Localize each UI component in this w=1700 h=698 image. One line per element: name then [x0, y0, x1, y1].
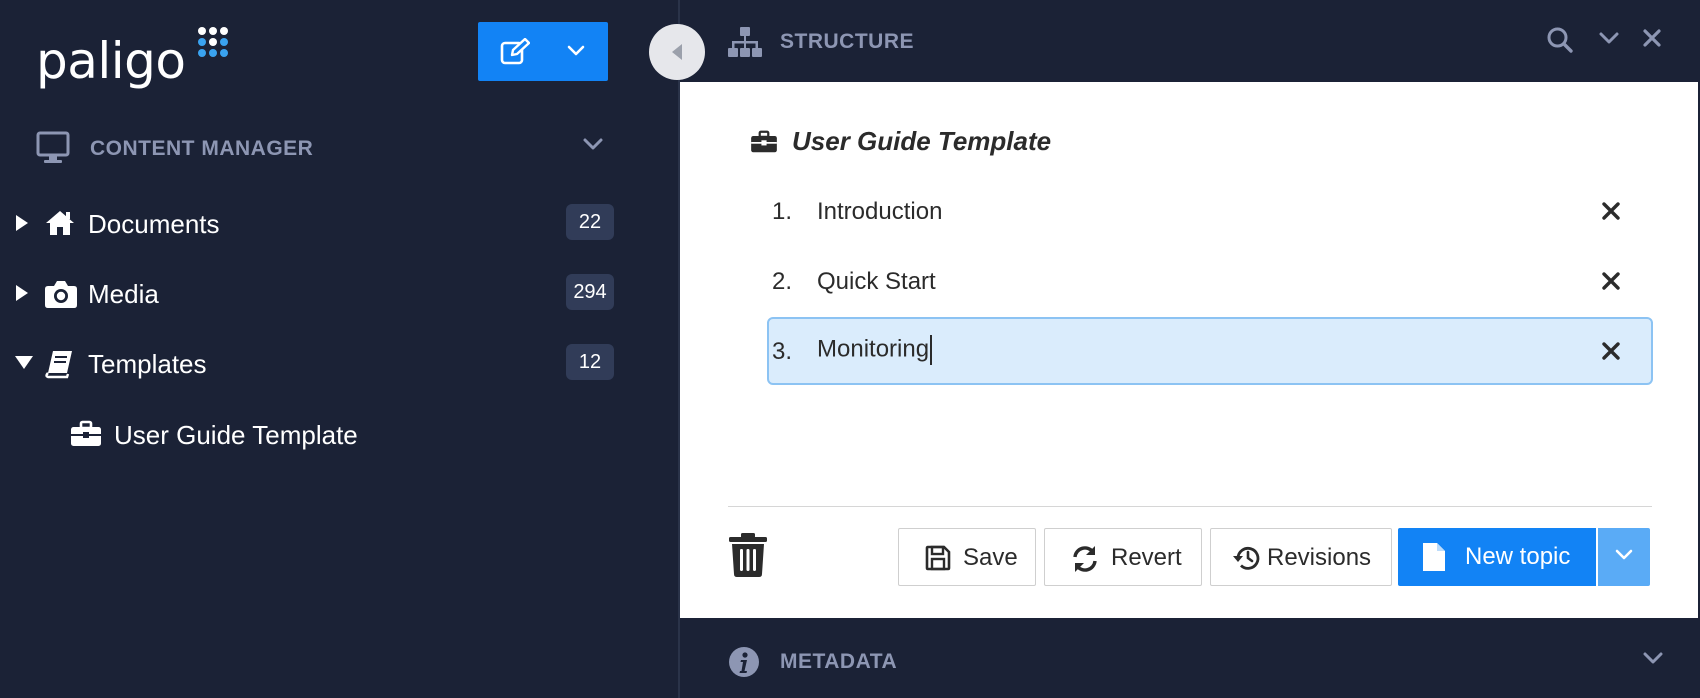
camera-icon — [45, 281, 77, 308]
divider — [728, 506, 1652, 507]
content-manager-header[interactable]: CONTENT MANAGER — [36, 128, 616, 168]
expand-triangle-icon[interactable] — [14, 214, 30, 232]
caret-left-icon — [672, 44, 682, 60]
sidebar: paligo CONTENT MANAGER Documents 22 Medi… — [0, 0, 678, 698]
expand-triangle-icon[interactable] — [14, 284, 30, 302]
save-icon — [925, 545, 951, 571]
book-icon — [45, 351, 72, 379]
revisions-button[interactable]: Revisions — [1210, 528, 1392, 586]
tree-item-label: User Guide Template — [114, 420, 358, 450]
sidebar-item-label: Templates — [88, 349, 207, 379]
sidebar-item-documents[interactable]: Documents 22 — [0, 201, 620, 245]
save-label: Save — [963, 544, 1018, 571]
create-edit-button[interactable] — [478, 22, 608, 81]
revert-label: Revert — [1111, 544, 1182, 571]
new-topic-button[interactable]: New topic — [1398, 528, 1596, 586]
sidebar-item-media[interactable]: Media 294 — [0, 271, 620, 315]
topic-number: 1. — [772, 198, 793, 225]
count-badge: 22 — [566, 204, 614, 240]
count-badge: 12 — [566, 344, 614, 380]
chevron-down-icon — [1615, 549, 1633, 560]
text-caret — [930, 335, 933, 365]
sidebar-item-templates[interactable]: Templates 12 — [0, 341, 620, 385]
monitor-icon — [36, 131, 70, 163]
chevron-down-icon[interactable] — [582, 136, 604, 152]
home-icon — [46, 211, 74, 235]
document-title: User Guide Template — [792, 126, 1052, 156]
briefcase-icon — [751, 130, 777, 153]
count-badge: 294 — [566, 274, 614, 310]
revisions-label: Revisions — [1267, 544, 1372, 571]
chevron-down-icon[interactable] — [1598, 30, 1620, 46]
collapse-sidebar-button[interactable] — [649, 24, 705, 80]
metadata-title: METADATA — [780, 650, 898, 673]
logo-text: paligo — [36, 32, 186, 90]
search-icon[interactable] — [1546, 26, 1574, 54]
metadata-header[interactable]: METADATA — [680, 618, 1700, 698]
topic-label: Quick Start — [817, 268, 936, 295]
topic-title-input[interactable]: Monitoring — [817, 335, 933, 365]
refresh-icon — [1073, 546, 1097, 572]
file-icon — [1423, 543, 1445, 571]
topic-label: Monitoring — [817, 335, 930, 363]
collapse-triangle-icon[interactable] — [14, 354, 34, 370]
content-manager-title: CONTENT MANAGER — [90, 137, 314, 160]
topic-number: 3. — [772, 338, 793, 365]
topic-label: Introduction — [817, 198, 943, 225]
new-topic-label: New topic — [1465, 543, 1571, 570]
sitemap-icon — [728, 27, 762, 57]
topic-number: 2. — [772, 268, 793, 295]
tree-item-user-guide-template[interactable]: User Guide Template — [70, 414, 470, 458]
briefcase-icon — [71, 420, 101, 446]
history-icon — [1233, 546, 1260, 570]
structure-panel: User Guide Template 1. Introduction 2. Q… — [680, 82, 1698, 618]
close-icon[interactable] — [1642, 28, 1662, 48]
chevron-down-icon[interactable] — [1642, 650, 1664, 666]
document-title-row: User Guide Template — [750, 122, 1350, 162]
revert-button[interactable]: Revert — [1044, 528, 1202, 586]
edit-icon — [500, 38, 530, 65]
remove-topic-icon[interactable] — [1602, 272, 1620, 290]
sidebar-item-label: Documents — [88, 209, 220, 239]
new-topic-dropdown-button[interactable] — [1598, 528, 1650, 586]
save-button[interactable]: Save — [898, 528, 1036, 586]
paligo-logo: paligo — [36, 22, 236, 92]
logo-dots-icon — [198, 27, 228, 57]
remove-topic-icon[interactable] — [1602, 342, 1620, 360]
chevron-down-icon[interactable] — [566, 42, 586, 58]
remove-topic-icon[interactable] — [1602, 202, 1620, 220]
trash-icon[interactable] — [728, 532, 768, 578]
sidebar-item-label: Media — [88, 279, 159, 309]
structure-header: STRUCTURE — [680, 0, 1700, 82]
info-icon — [729, 647, 759, 677]
structure-title: STRUCTURE — [780, 30, 914, 53]
